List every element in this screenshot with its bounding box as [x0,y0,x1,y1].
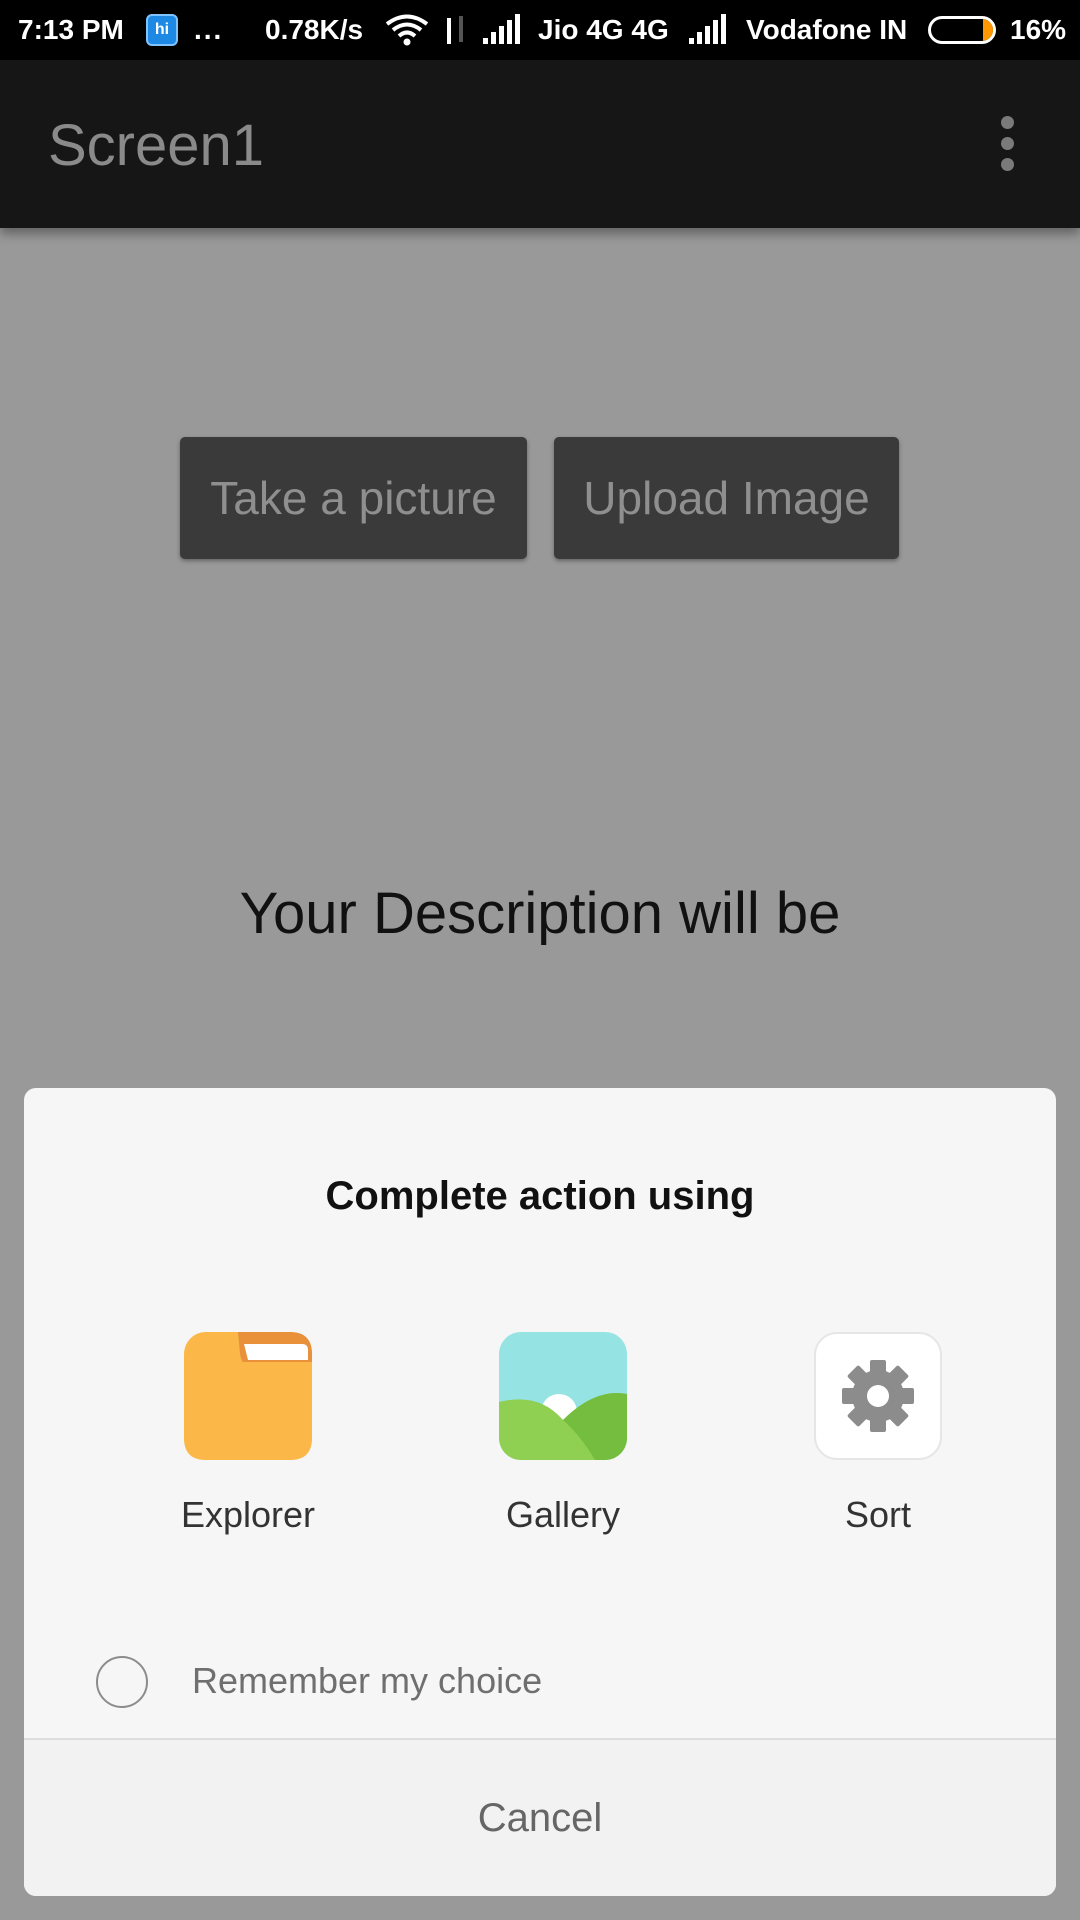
status-bar: 7:13 PM hi ... 0.78K/s Jio 4G 4G Vodafon… [0,0,1080,60]
gear-icon [814,1332,942,1460]
battery-level-fill [983,19,993,41]
folder-icon [184,1332,312,1460]
dialog-title: Complete action using [325,1174,755,1218]
upload-image-button[interactable]: Upload Image [554,437,899,559]
wifi-icon [385,14,429,46]
complete-action-dialog: Complete action using Explorer Gallery S… [24,1088,1056,1896]
carrier-1-label: Jio 4G 4G [538,14,669,45]
hi-notification-icon: hi [146,14,178,46]
remember-choice-radio[interactable] [96,1656,148,1708]
cancel-button[interactable]: Cancel [24,1740,1056,1896]
remember-choice-label: Remember my choice [192,1660,543,1701]
app-option-sort[interactable]: Sort [748,1332,1008,1562]
carrier-2-label: Vodafone IN [746,14,908,45]
cancel-label: Cancel [477,1796,603,1840]
remember-choice-row[interactable]: Remember my choice [96,1652,696,1712]
signal-strength-icon-1 [483,14,520,44]
more-notifications-indicator: ... [194,14,224,45]
app-option-explorer[interactable]: Explorer [118,1332,378,1562]
overflow-menu-icon[interactable] [990,116,1026,172]
app-bar: Screen1 [0,60,1080,228]
battery-percent: 16% [1010,14,1067,45]
gallery-icon [499,1332,627,1460]
network-speed: 0.78K/s [265,14,364,45]
description-text: Your Description will be [239,881,841,946]
app-bar-title: Screen1 [48,113,265,178]
take-picture-button[interactable]: Take a picture [180,437,527,559]
status-time: 7:13 PM [18,14,124,45]
app-label-sort: Sort [844,1494,912,1535]
app-label-explorer: Explorer [180,1494,316,1535]
data-transfer-icon [447,16,463,44]
app-option-gallery[interactable]: Gallery [433,1332,693,1562]
app-label-gallery: Gallery [505,1494,621,1535]
signal-strength-icon-2 [689,14,726,44]
battery-icon [928,16,996,44]
